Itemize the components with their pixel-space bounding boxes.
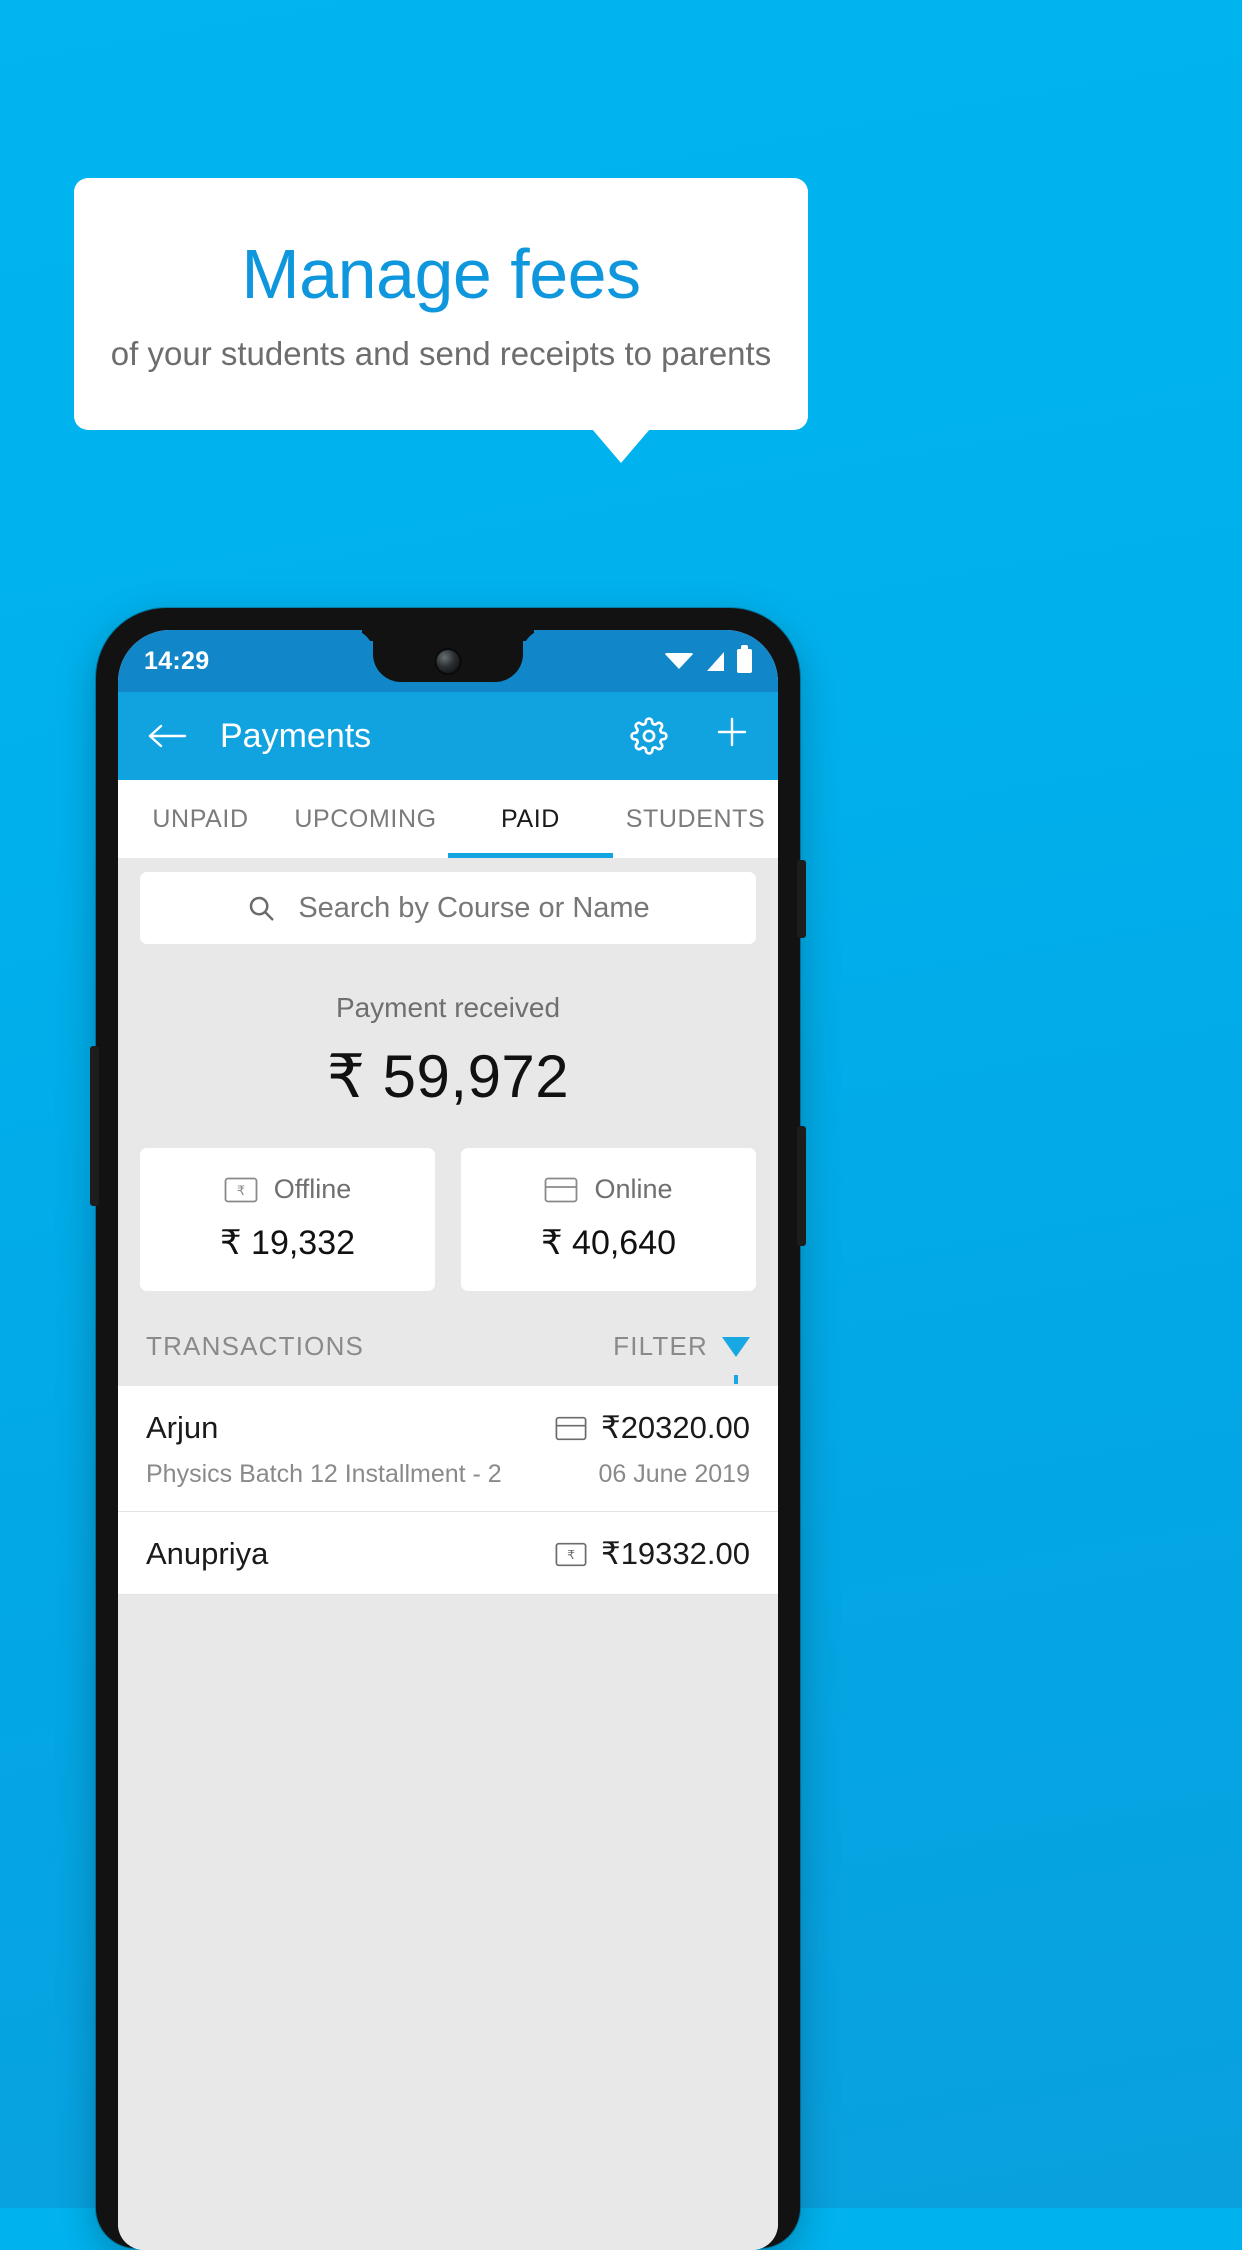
transaction-secondary-line: Physics Batch 12 Installment - 2 06 June… bbox=[146, 1460, 750, 1489]
transaction-primary-line: Anupriya ₹ ₹19332.00 bbox=[146, 1536, 750, 1572]
offline-card-label: Offline bbox=[273, 1174, 352, 1204]
status-bar-clock: 14:29 bbox=[144, 646, 210, 675]
battery-icon bbox=[737, 645, 752, 673]
online-card[interactable]: Online ₹ 40,640 bbox=[461, 1148, 756, 1291]
phone-mockup: 14:29 Payments UNPAID UPCOMING PAID STUD… bbox=[90, 608, 806, 2250]
tab-paid[interactable]: PAID bbox=[448, 780, 613, 858]
payment-summary: Payment received ₹ 59,972 bbox=[118, 944, 778, 1112]
wifi-icon bbox=[664, 653, 694, 669]
transaction-description: Physics Batch 12 Installment - 2 bbox=[146, 1460, 502, 1488]
tab-upcoming[interactable]: UPCOMING bbox=[283, 780, 448, 858]
table-row[interactable]: Arjun ₹20320.00 Physics Batch 12 Install… bbox=[118, 1386, 778, 1512]
search-input[interactable]: Search by Course or Name bbox=[140, 872, 756, 944]
search-icon bbox=[246, 893, 276, 923]
rupee-note-icon: ₹ bbox=[224, 1177, 258, 1203]
offline-card-header: ₹ Offline bbox=[140, 1174, 435, 1205]
transactions-title: TRANSACTIONS bbox=[146, 1331, 365, 1361]
offline-card-amount: ₹ 19,332 bbox=[219, 1224, 356, 1262]
credit-card-icon bbox=[544, 1177, 578, 1203]
phone-side-button bbox=[90, 1046, 99, 1206]
promo-speech-bubble: Manage fees of your students and send re… bbox=[74, 178, 808, 430]
arrow-left-icon[interactable] bbox=[144, 713, 190, 759]
transaction-date: 06 June 2019 bbox=[598, 1460, 750, 1488]
online-card-header: Online bbox=[461, 1174, 756, 1205]
gear-icon[interactable] bbox=[630, 717, 668, 755]
page-title: Payments bbox=[220, 716, 372, 755]
status-bar-icons bbox=[664, 645, 752, 673]
tab-unpaid[interactable]: UNPAID bbox=[118, 780, 283, 858]
transactions-list: Arjun ₹20320.00 Physics Batch 12 Install… bbox=[118, 1386, 778, 1595]
filter-label: FILTER bbox=[613, 1331, 708, 1361]
payment-method-cards: ₹ Offline ₹ 19,332 Online ₹ 40,640 bbox=[118, 1112, 778, 1291]
offline-card[interactable]: ₹ Offline ₹ 19,332 bbox=[140, 1148, 435, 1291]
plus-icon[interactable] bbox=[712, 712, 752, 760]
payment-received-amount: ₹ 59,972 bbox=[326, 1043, 570, 1110]
search-placeholder: Search by Course or Name bbox=[298, 891, 650, 924]
front-camera bbox=[436, 650, 460, 673]
transaction-amount: ₹20320.00 bbox=[600, 1410, 750, 1445]
phone-volume-button bbox=[797, 1126, 806, 1246]
filter-button[interactable]: FILTER bbox=[613, 1331, 750, 1384]
signal-icon bbox=[707, 651, 724, 671]
app-bar-actions bbox=[630, 712, 752, 760]
tab-students[interactable]: STUDENTS bbox=[613, 780, 778, 858]
online-card-amount: ₹ 40,640 bbox=[540, 1224, 677, 1262]
online-card-label: Online bbox=[594, 1174, 673, 1204]
funnel-icon bbox=[722, 1336, 750, 1384]
svg-text:₹: ₹ bbox=[567, 1548, 575, 1562]
transaction-name: Anupriya bbox=[146, 1536, 269, 1571]
app-bar: Payments bbox=[118, 692, 778, 780]
transaction-primary-line: Arjun ₹20320.00 bbox=[146, 1410, 750, 1446]
transactions-header: TRANSACTIONS FILTER bbox=[118, 1291, 778, 1386]
transaction-amount-group: ₹20320.00 bbox=[555, 1410, 750, 1446]
tab-bar: UNPAID UPCOMING PAID STUDENTS bbox=[118, 780, 778, 858]
tab-content-paid: Search by Course or Name Payment receive… bbox=[118, 858, 778, 2250]
transaction-name: Arjun bbox=[146, 1410, 219, 1445]
phone-power-button bbox=[797, 860, 806, 938]
rupee-note-icon: ₹ bbox=[555, 1542, 587, 1567]
svg-text:₹: ₹ bbox=[237, 1184, 245, 1199]
credit-card-icon bbox=[555, 1416, 587, 1441]
search-section: Search by Course or Name bbox=[118, 858, 778, 944]
transaction-amount: ₹19332.00 bbox=[600, 1536, 750, 1571]
table-row[interactable]: Anupriya ₹ ₹19332.00 bbox=[118, 1512, 778, 1595]
status-bar: 14:29 bbox=[118, 630, 778, 692]
promo-subtitle: of your students and send receipts to pa… bbox=[110, 334, 772, 372]
phone-notch bbox=[373, 630, 523, 682]
payment-received-label: Payment received bbox=[335, 992, 561, 1023]
transaction-amount-group: ₹ ₹19332.00 bbox=[555, 1536, 750, 1572]
phone-screen: 14:29 Payments UNPAID UPCOMING PAID STUD… bbox=[118, 630, 778, 2250]
speech-bubble-tail bbox=[592, 429, 650, 463]
promo-title: Manage fees bbox=[241, 234, 641, 313]
